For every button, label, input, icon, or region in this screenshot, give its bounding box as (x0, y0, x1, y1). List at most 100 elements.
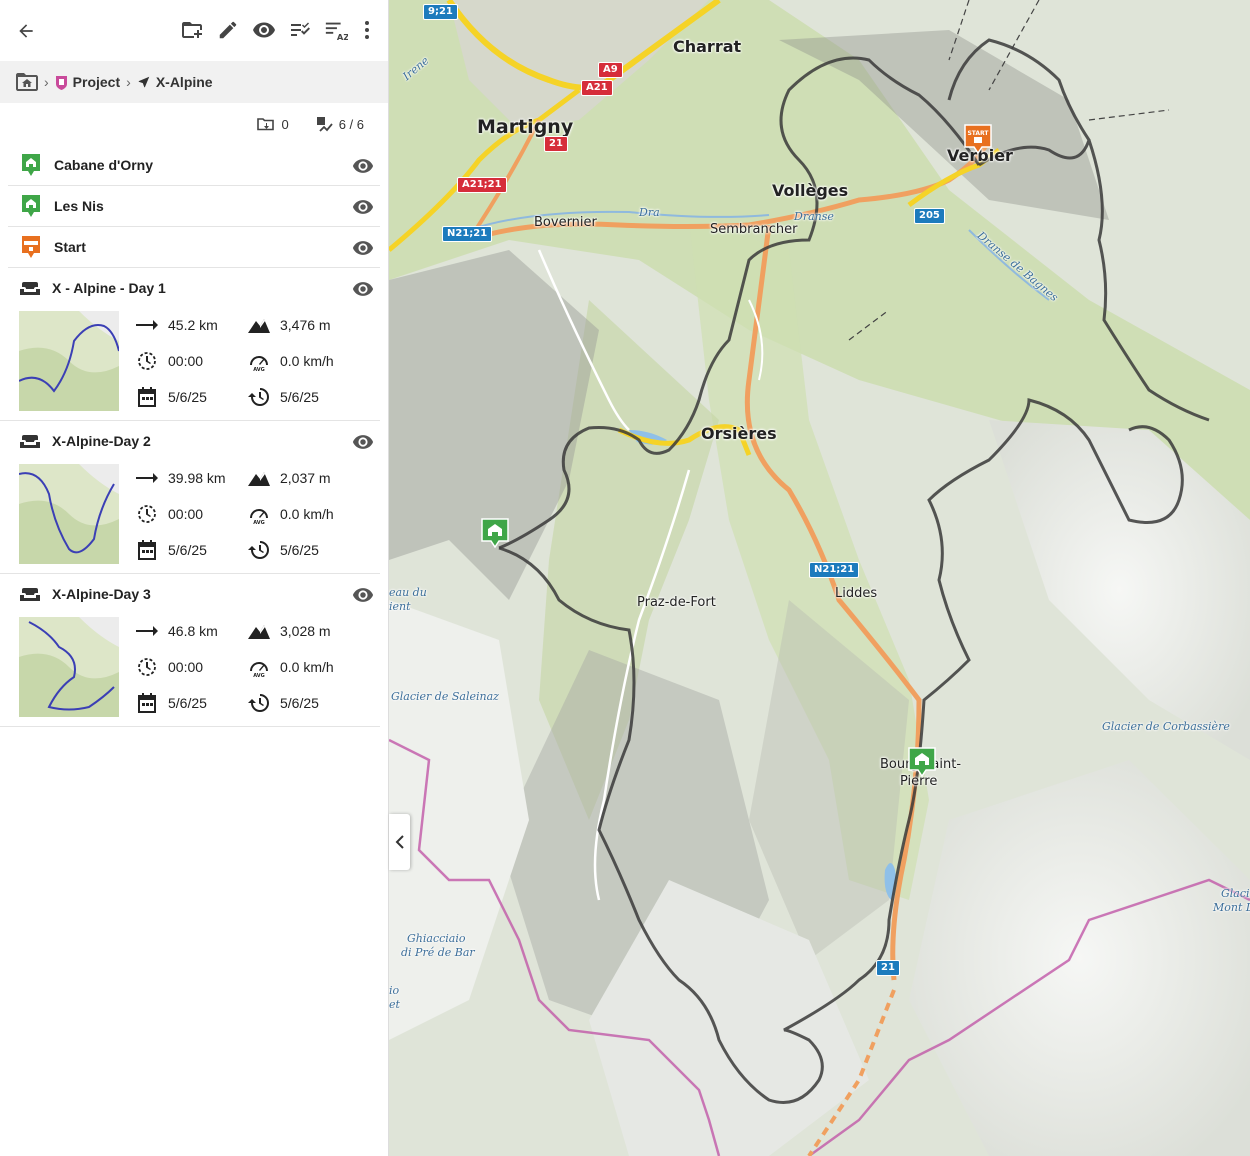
breadcrumb-home[interactable] (16, 73, 38, 91)
pencil-icon (219, 21, 237, 39)
glacier-label: Glacier de Saleinaz (391, 690, 499, 703)
river-label: Dra (639, 206, 660, 219)
track-row[interactable]: X-Alpine-Day 3 (0, 574, 388, 614)
chevron-right-icon: › (126, 74, 131, 90)
eye-icon[interactable] (352, 196, 374, 223)
new-folder-button[interactable] (180, 16, 204, 44)
svg-text:AVG: AVG (253, 367, 265, 371)
folder-count: 0 (257, 116, 289, 132)
town-label: Orsières (701, 424, 777, 443)
road-shield: 9;21 (423, 4, 458, 20)
collapse-sidebar-button[interactable] (389, 814, 410, 870)
hut-pin-icon (20, 153, 42, 177)
track-label: X - Alpine - Day 1 (52, 280, 166, 296)
stat-value: 2,037 m (280, 470, 331, 486)
breadcrumb-project[interactable]: Project (55, 74, 120, 90)
track-row[interactable]: X - Alpine - Day 1 (0, 268, 388, 308)
stat-value: 00:00 (168, 506, 204, 522)
history-icon (248, 539, 270, 561)
track-stat-avg-speed: AVG 0.0 km/h (248, 503, 334, 525)
chevron-left-icon (395, 835, 404, 849)
back-button[interactable] (12, 17, 40, 45)
distance-icon (136, 467, 158, 489)
eye-icon[interactable] (352, 278, 374, 305)
track-details: 39.98 km 2,037 m 00:00 AVG 0.0 km/h 5/6/25 5/6… (0, 461, 380, 574)
eye-icon[interactable] (352, 237, 374, 264)
history-icon (248, 386, 270, 408)
track-thumbnail[interactable] (19, 311, 119, 411)
track-stat-elevation: 3,476 m (248, 314, 331, 336)
hut-map-marker-icon[interactable] (908, 747, 936, 777)
stat-value: 45.2 km (168, 317, 218, 333)
track-stat-created: 5/6/25 (136, 539, 207, 561)
more-button[interactable] (360, 16, 374, 44)
track-list: X - Alpine - Day 1 45.2 km 3,476 m 00:00 AVG… (0, 268, 388, 727)
avg-speed-icon: AVG (248, 503, 270, 525)
sort-button[interactable]: AZ (324, 16, 348, 44)
town-label: Vollèges (772, 181, 849, 200)
track-details: 45.2 km 3,476 m 00:00 AVG 0.0 km/h 5/6/25 5/6/… (0, 308, 380, 421)
waypoint-row[interactable]: Les Nis (8, 186, 380, 227)
glacier-label: io (389, 984, 400, 997)
track-stat-distance: 46.8 km (136, 620, 218, 642)
eye-icon[interactable] (352, 155, 374, 182)
arrow-left-icon (19, 23, 33, 38)
waypoint-label: Cabane d'Orny (54, 157, 154, 173)
sort-az-icon: AZ (325, 22, 348, 42)
waypoint-row[interactable]: Start (8, 227, 380, 268)
more-vert-icon (365, 21, 369, 39)
eye-icon[interactable] (352, 584, 374, 611)
glacier-label: et (389, 998, 400, 1011)
start-pin-icon (20, 235, 42, 259)
moving-time-icon (136, 503, 158, 525)
svg-text:AVG: AVG (253, 673, 265, 677)
road-shield: N21;21 (809, 562, 860, 578)
stat-value: 5/6/25 (168, 542, 207, 558)
track-details: 46.8 km 3,028 m 00:00 AVG 0.0 km/h 5/6/25 5/6/… (0, 614, 380, 727)
stat-value: 5/6/25 (280, 389, 319, 405)
glacier-label: Mont D (1213, 901, 1250, 914)
river-label: Dranse (794, 210, 834, 223)
waypoint-row[interactable]: Cabane d'Orny (8, 145, 380, 186)
avg-speed-icon: AVG (248, 656, 270, 678)
avg-speed-icon: AVG (248, 350, 270, 372)
town-label: Charrat (673, 37, 742, 56)
track-stat-elevation: 3,028 m (248, 620, 331, 642)
stat-value: 00:00 (168, 353, 204, 369)
track-stat-created: 5/6/25 (136, 692, 207, 714)
breadcrumb-project-label: Project (72, 74, 121, 90)
breadcrumb-current[interactable]: X-Alpine (137, 74, 213, 90)
visibility-button[interactable] (252, 16, 276, 44)
calendar-icon (136, 539, 158, 561)
town-label: Liddes (835, 586, 878, 601)
start-sign-text: START (967, 130, 989, 137)
history-icon (248, 692, 270, 714)
waypoint-label: Start (54, 239, 86, 255)
toolbar: AZ (0, 0, 388, 61)
counts-bar: 0 6 / 6 (0, 103, 388, 145)
hut-map-marker-icon[interactable] (481, 518, 509, 548)
map-base (389, 0, 1250, 1156)
track-stat-elevation: 2,037 m (248, 467, 331, 489)
sidebar: AZ › Project › X-Alpine (0, 0, 389, 1156)
track-thumbnail[interactable] (19, 464, 119, 564)
track-stat-distance: 45.2 km (136, 314, 218, 336)
start-map-marker-icon[interactable]: START (964, 124, 992, 154)
track-icon (20, 586, 42, 602)
map-view[interactable]: Charrat Martigny Verbier Vollèges Bovern… (389, 0, 1250, 1156)
layers-track-icon (316, 117, 333, 132)
eye-icon[interactable] (352, 431, 374, 458)
breadcrumb: › Project › X-Alpine (0, 61, 388, 103)
track-label: X-Alpine-Day 2 (52, 433, 151, 449)
edit-button[interactable] (216, 16, 240, 44)
track-thumbnail[interactable] (19, 617, 119, 717)
distance-icon (136, 620, 158, 642)
track-row[interactable]: X-Alpine-Day 2 (0, 421, 388, 461)
elevation-gain-icon (248, 314, 270, 336)
town-label: Sembrancher (710, 222, 798, 237)
track-stat-avg-speed: AVG 0.0 km/h (248, 350, 334, 372)
visible-count-value: 6 / 6 (338, 116, 364, 132)
glacier-label: ient (389, 600, 411, 613)
checklist-icon (291, 22, 310, 36)
select-button[interactable] (288, 16, 312, 44)
